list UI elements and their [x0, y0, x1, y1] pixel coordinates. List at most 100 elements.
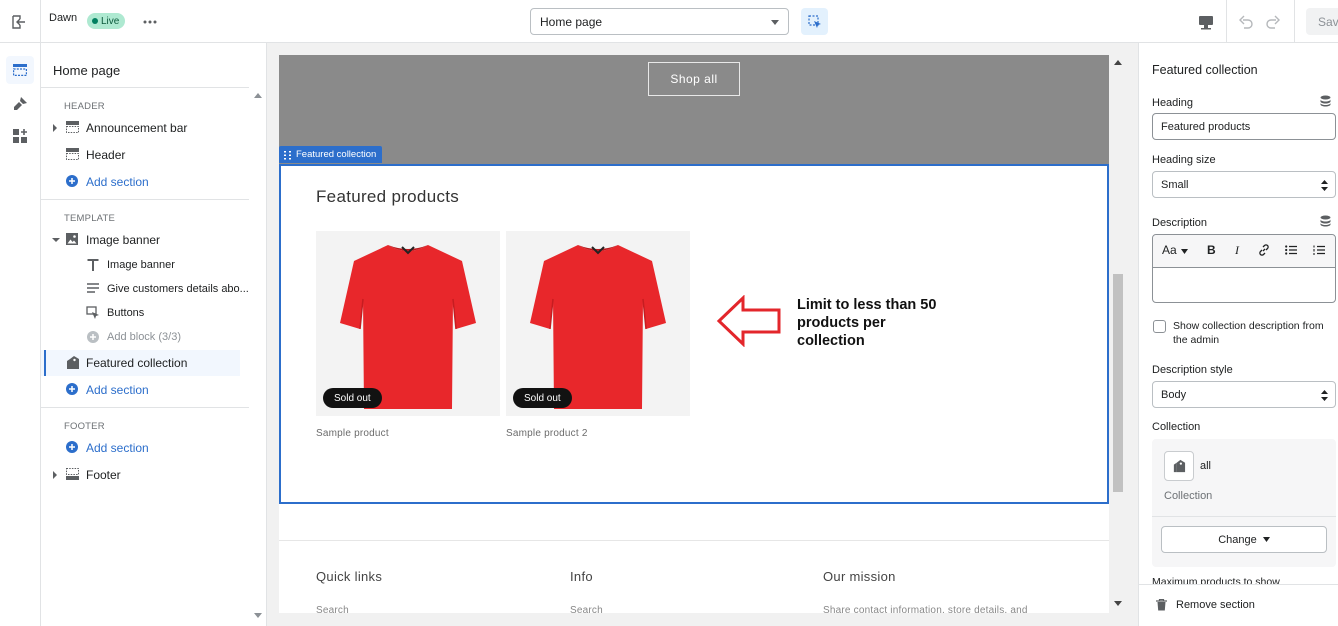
- live-badge-label: Live: [101, 15, 120, 27]
- description-style-label: Description style: [1152, 364, 1233, 376]
- image-icon: [65, 232, 79, 246]
- show-description-checkbox[interactable]: [1153, 320, 1166, 333]
- apps-tab[interactable]: [6, 122, 34, 150]
- top-bar: Dawn Live Home page Save: [0, 0, 1338, 43]
- text-paragraph-icon: [86, 282, 100, 296]
- page-select[interactable]: Home page: [530, 8, 789, 35]
- desktop-view-icon[interactable]: [1196, 12, 1216, 32]
- theme-settings-tab[interactable]: [6, 90, 34, 118]
- font-style-label: Aa: [1162, 243, 1177, 257]
- sidebar-item-label: Footer: [86, 468, 121, 482]
- remove-section-button[interactable]: Remove section: [1139, 584, 1338, 626]
- shop-all-button[interactable]: Shop all: [648, 62, 740, 96]
- save-button[interactable]: Save: [1306, 8, 1338, 35]
- scroll-up-icon[interactable]: [1114, 60, 1122, 65]
- add-section-template-button[interactable]: Add section: [41, 377, 241, 403]
- add-section-footer-button[interactable]: Add section: [41, 435, 241, 461]
- font-style-button[interactable]: Aa: [1162, 243, 1188, 257]
- add-section-header-button[interactable]: Add section: [41, 169, 241, 195]
- footer-group-label: FOOTER: [64, 421, 105, 432]
- redo-icon[interactable]: [1263, 12, 1283, 32]
- add-block-button[interactable]: Add block (3/3): [41, 325, 241, 351]
- block-item-buttons[interactable]: Buttons: [41, 301, 241, 327]
- sidebar-item-header[interactable]: Header: [41, 142, 241, 168]
- select-cursor-icon: [807, 14, 821, 28]
- preview-scrollbar[interactable]: [1109, 55, 1126, 613]
- page-select-value: Home page: [540, 14, 603, 29]
- editor-toolbar: Aa B I: [1153, 235, 1335, 268]
- exit-icon[interactable]: [9, 12, 29, 32]
- settings-title: Featured collection: [1152, 63, 1258, 77]
- template-group-label: TEMPLATE: [64, 213, 116, 224]
- sidebar-item-image-banner[interactable]: Image banner: [41, 227, 241, 253]
- left-rail: [0, 43, 41, 626]
- footer-heading-info: Info: [570, 569, 593, 584]
- undo-icon[interactable]: [1236, 12, 1256, 32]
- more-actions-icon[interactable]: [140, 12, 160, 32]
- product-card[interactable]: Sold out: [316, 231, 500, 416]
- section-header-icon: [65, 147, 80, 161]
- sidebar-item-label: Featured collection: [86, 356, 188, 370]
- description-style-select[interactable]: Body: [1152, 381, 1336, 408]
- sections-tab[interactable]: [6, 56, 34, 84]
- section-footer-icon: [65, 467, 80, 481]
- preview-canvas: Shop all Featured collection Featured pr…: [267, 43, 1138, 626]
- sidebar-item-footer[interactable]: Footer: [41, 462, 241, 488]
- sidebar-scrollbar[interactable]: [249, 87, 266, 626]
- block-item-label: Buttons: [107, 307, 145, 319]
- scroll-up-icon[interactable]: [254, 93, 262, 98]
- footer-link-search[interactable]: Search: [316, 605, 349, 613]
- change-collection-button[interactable]: Change: [1161, 526, 1327, 553]
- sidebar-item-label: Announcement bar: [86, 121, 188, 135]
- live-badge: Live: [87, 13, 126, 29]
- sidebar-item-announcement-bar[interactable]: Announcement bar: [41, 115, 241, 141]
- dynamic-source-icon[interactable]: [1320, 215, 1331, 227]
- change-label: Change: [1218, 533, 1257, 546]
- annotation-note: Limit to less than 50 products per colle…: [797, 297, 937, 349]
- add-section-label: Add section: [86, 175, 149, 189]
- add-section-label: Add section: [86, 383, 149, 397]
- block-item-text[interactable]: Give customers details abo...: [41, 277, 249, 303]
- select-arrows-icon: [1321, 390, 1328, 401]
- header-group-label: HEADER: [64, 101, 105, 112]
- live-dot-icon: [92, 18, 98, 24]
- numbered-list-icon[interactable]: [1313, 245, 1325, 255]
- plus-circle-icon: [65, 440, 79, 454]
- product-name[interactable]: Sample product 2: [506, 428, 588, 439]
- expand-icon: [53, 471, 57, 479]
- remove-section-label: Remove section: [1176, 599, 1255, 611]
- block-item-label: Image banner: [107, 259, 175, 271]
- sections-icon: [13, 64, 28, 77]
- bold-icon[interactable]: B: [1207, 243, 1216, 257]
- scroll-down-icon[interactable]: [1114, 601, 1122, 606]
- scroll-thumb[interactable]: [1113, 274, 1123, 492]
- collection-type: Collection: [1164, 490, 1213, 502]
- paint-brush-icon: [14, 97, 27, 110]
- heading-size-select[interactable]: Small: [1152, 171, 1336, 198]
- section-tag: Featured collection: [279, 146, 383, 163]
- block-item-image-banner[interactable]: Image banner: [41, 253, 241, 279]
- sidebar-title: Home page: [53, 63, 121, 78]
- chevron-down-icon: [1180, 249, 1188, 254]
- dynamic-source-icon[interactable]: [1320, 95, 1331, 107]
- select-arrows-icon: [1321, 180, 1328, 191]
- collection-tag-icon: [1164, 451, 1194, 481]
- italic-icon[interactable]: I: [1235, 243, 1239, 258]
- link-icon[interactable]: [1258, 244, 1270, 256]
- plus-circle-icon: [65, 382, 79, 396]
- collection-picker: all Collection Change: [1152, 439, 1336, 567]
- image-banner-section[interactable]: Shop all: [279, 55, 1109, 165]
- section-tag-label: Featured collection: [296, 149, 377, 160]
- description-label: Description: [1152, 217, 1208, 229]
- bullet-list-icon[interactable]: [1285, 245, 1297, 255]
- scroll-down-icon[interactable]: [254, 613, 262, 618]
- sections-sidebar: Home page HEADER Announcement bar Header…: [41, 43, 267, 626]
- heading-input[interactable]: Featured products: [1152, 113, 1336, 140]
- footer-link-search[interactable]: Search: [570, 605, 603, 613]
- inspector-toggle-button[interactable]: [801, 8, 828, 35]
- section-header-icon: [65, 120, 80, 134]
- description-editor[interactable]: Aa B I: [1152, 234, 1336, 303]
- sidebar-item-featured-collection[interactable]: Featured collection: [41, 350, 240, 376]
- product-card[interactable]: Sold out: [506, 231, 690, 416]
- product-name[interactable]: Sample product: [316, 428, 389, 439]
